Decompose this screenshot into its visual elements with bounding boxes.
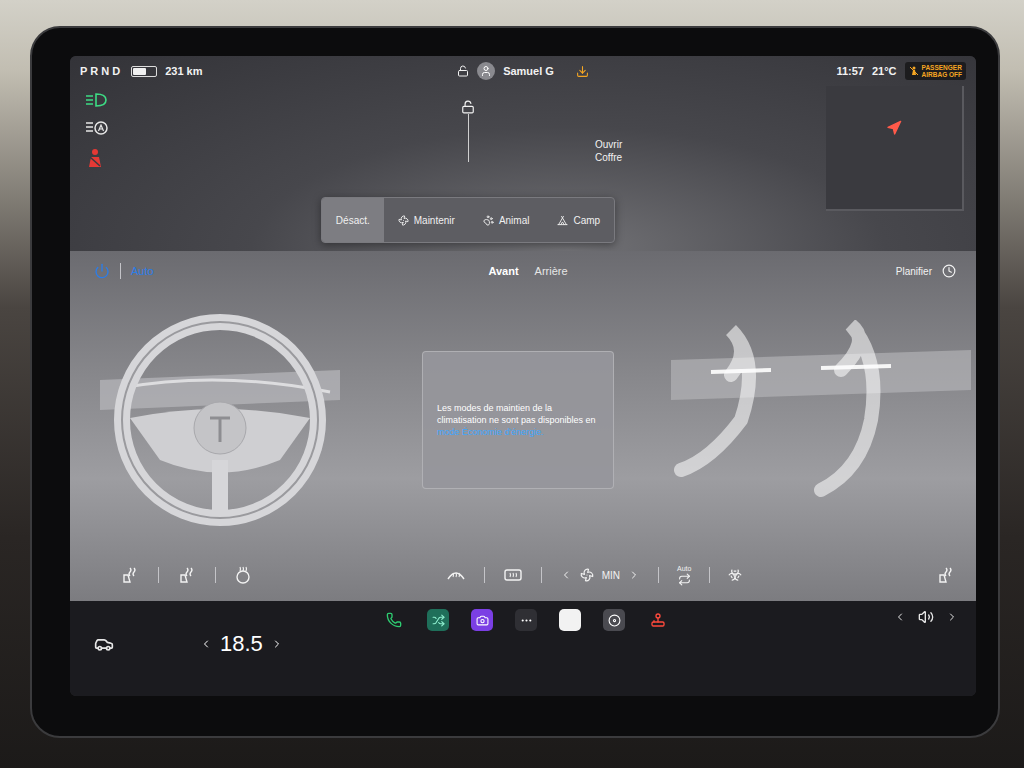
front-defrost-button[interactable]: [446, 567, 466, 583]
screen-bezel: PRND 231 km Samuel G 11:57 21°C PASSENGERAIRB…: [30, 26, 1000, 738]
outside-temperature: 21°C: [872, 65, 897, 77]
energy-saving-message: Les modes de maintien de la climatisatio…: [422, 351, 614, 489]
ellipsis-icon: [520, 614, 533, 627]
tent-icon: [557, 215, 568, 226]
headlights-icon: [84, 92, 108, 108]
chevron-right-icon[interactable]: [628, 569, 640, 581]
rear-defrost-button[interactable]: [503, 567, 523, 583]
indicator-column: [70, 86, 110, 251]
keep-mode-button[interactable]: Maintenir: [384, 198, 469, 242]
zone-tab[interactable]: Arrière: [535, 263, 568, 279]
steering-wheel-illustration: [100, 310, 340, 530]
seat-heat-icon: [936, 566, 956, 584]
chevron-right-icon[interactable]: [946, 611, 958, 623]
bottom-bar: 18.5: [70, 601, 976, 696]
airbag-line-2: AIRBAG OFF: [922, 71, 962, 78]
camera-app[interactable]: [471, 609, 493, 631]
joystick-icon: [650, 612, 666, 628]
climate-power-button[interactable]: [94, 263, 110, 279]
driver-temperature[interactable]: 18.5: [200, 631, 283, 657]
fan-icon: [398, 215, 409, 226]
zone-tab[interactable]: Avant: [488, 263, 518, 279]
navigation-arrow-icon: [886, 120, 902, 136]
seatbelt-icon: [84, 148, 106, 168]
keep-mode-button[interactable]: Désact.: [322, 198, 384, 242]
camera-icon: [476, 614, 489, 627]
unlock-icon[interactable]: [457, 65, 469, 77]
keep-mode-button[interactable]: Animal: [469, 198, 544, 242]
bioweapon-mode-button[interactable]: [728, 568, 742, 582]
zone-tabs: Avant Arrière: [488, 263, 567, 279]
driver-seat-heat-button[interactable]: [120, 566, 140, 584]
gear-selector[interactable]: PRND: [80, 65, 123, 77]
chevron-left-icon[interactable]: [894, 611, 906, 623]
photo-background: PRND 231 km Samuel G 11:57 21°C PASSENGERAIRB…: [0, 0, 1024, 768]
paw-icon: [483, 215, 494, 226]
status-bar: PRND 231 km Samuel G 11:57 21°C PASSENGERAIRB…: [70, 56, 976, 86]
white-app[interactable]: [559, 609, 581, 631]
disc-icon: [608, 614, 621, 627]
airbag-badge: PASSENGERAIRBAG OFF: [905, 62, 966, 80]
app-dock: [334, 609, 718, 631]
download-icon[interactable]: [576, 65, 589, 78]
rear-defrost-icon: [503, 567, 523, 583]
volume-icon: [918, 609, 934, 625]
clock-icon: [942, 264, 956, 278]
airbag-off-icon: [909, 66, 919, 76]
phone-app[interactable]: [383, 609, 405, 631]
energy-saving-link[interactable]: mode Économie d'énergie.: [437, 427, 544, 437]
chevron-left-icon[interactable]: [560, 569, 572, 581]
schedule-button[interactable]: Planifier: [890, 263, 962, 279]
display: PRND 231 km Samuel G 11:57 21°C PASSENGERAIRB…: [70, 56, 976, 696]
auto-mode-button[interactable]: Auto: [131, 265, 154, 277]
car-lock[interactable]: [461, 100, 475, 162]
media-app[interactable]: [603, 609, 625, 631]
recirculation-icon: [678, 573, 691, 586]
battery-icon: [131, 66, 157, 77]
steering-heat-icon: [234, 566, 252, 584]
airflow-illustration: [671, 320, 971, 520]
car-icon[interactable]: [94, 634, 114, 654]
climate-panel: Auto Avant Arrière Planifier Les modes de ma…: [70, 251, 976, 601]
more-apps[interactable]: [515, 609, 537, 631]
seat-heat-icon: [120, 566, 140, 584]
clock: 11:57: [836, 65, 864, 77]
games-app[interactable]: [647, 609, 669, 631]
fan-control[interactable]: MIN: [560, 568, 640, 582]
passenger-seat-heat-button[interactable]: [936, 566, 956, 584]
range: 231 km: [165, 65, 202, 77]
car-stage: Ouvrir Coffre Désact.MaintenirAnimalCamp: [110, 86, 826, 251]
phone-icon: [386, 612, 402, 628]
shuffle-app[interactable]: [427, 609, 449, 631]
recirculation-button[interactable]: Auto: [677, 565, 691, 586]
unlock-icon[interactable]: [461, 100, 475, 114]
user-name[interactable]: Samuel G: [503, 65, 554, 77]
fan-icon: [580, 568, 594, 582]
airbag-line-1: PASSENGER: [922, 64, 962, 71]
mini-map[interactable]: [826, 86, 964, 211]
chevron-right-icon[interactable]: [271, 638, 283, 650]
shuffle-icon: [432, 614, 445, 627]
fan-speed: MIN: [602, 570, 620, 581]
open-trunk-button[interactable]: Ouvrir Coffre: [595, 138, 645, 164]
car-view: PRND 231 km Samuel G 11:57 21°C PASSENGERAIRB…: [70, 56, 976, 251]
steering-heat-button[interactable]: [234, 566, 252, 584]
chevron-left-icon[interactable]: [200, 638, 212, 650]
keep-mode-bar: Désact.MaintenirAnimalCamp: [321, 197, 615, 243]
volume-control[interactable]: [718, 609, 958, 625]
front-defrost-icon: [446, 567, 466, 583]
seat-heat-icon: [177, 566, 197, 584]
biohazard-icon: [728, 568, 742, 582]
power-icon: [94, 263, 110, 279]
battery-fill: [133, 68, 146, 75]
keep-mode-button[interactable]: Camp: [543, 198, 614, 242]
avatar[interactable]: [477, 62, 495, 80]
user-icon: [480, 65, 492, 77]
rear-seat-heat-button[interactable]: [177, 566, 197, 584]
auto-high-beam-icon: [84, 120, 108, 136]
